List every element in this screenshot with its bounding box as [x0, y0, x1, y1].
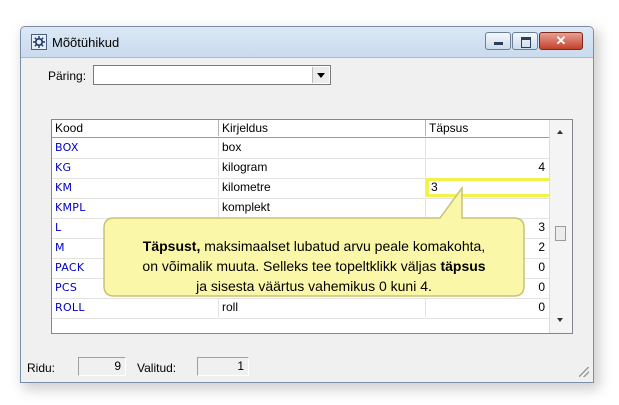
- help-callout: Täpsust, maksimaalset lubatud arvu peale…: [100, 186, 530, 298]
- maximize-button[interactable]: [512, 32, 538, 50]
- minimize-button[interactable]: [485, 32, 511, 50]
- query-dropdown-button[interactable]: [312, 67, 329, 83]
- scroll-thumb[interactable]: [555, 226, 566, 241]
- cell-code[interactable]: BOX: [52, 138, 219, 157]
- selected-count-value: 1: [197, 357, 249, 376]
- callout-line-3: ja sisesta väärtus vahemikus 0 kuni 4.: [196, 278, 432, 294]
- table-row[interactable]: ROLL roll 0: [52, 298, 550, 319]
- column-header-description[interactable]: Kirjeldus: [219, 120, 426, 136]
- cell-description[interactable]: kilogram: [219, 158, 426, 177]
- scroll-down-icon[interactable]: [557, 318, 563, 322]
- column-header-precision[interactable]: Täpsus: [426, 120, 550, 136]
- cell-precision[interactable]: 4: [426, 158, 550, 177]
- minimize-icon: [494, 42, 503, 45]
- scroll-up-icon[interactable]: [557, 130, 563, 134]
- rows-count-label: Ridu:: [27, 361, 56, 375]
- callout-text: Täpsust, maksimaalset lubatud arvu peale…: [112, 236, 516, 296]
- cell-description[interactable]: roll: [219, 298, 426, 317]
- close-icon: ✕: [555, 33, 567, 48]
- cell-code[interactable]: KG: [52, 158, 219, 177]
- query-select[interactable]: [93, 65, 331, 85]
- cell-precision[interactable]: [426, 138, 550, 157]
- resize-grip-icon[interactable]: [579, 367, 589, 377]
- callout-line-1: Täpsust, maksimaalset lubatud arvu peale…: [142, 238, 486, 254]
- column-header-code[interactable]: Kood: [52, 120, 219, 136]
- grid-header: Kood Kirjeldus Täpsus: [52, 120, 550, 138]
- selected-count-label: Valitud:: [137, 361, 177, 375]
- table-row[interactable]: BOX box: [52, 138, 550, 159]
- cell-code[interactable]: ROLL: [52, 298, 219, 317]
- settings-window-icon: [31, 34, 47, 50]
- callout-line-2: on võimalik muuta. Selleks tee topeltkli…: [142, 258, 486, 274]
- rows-count-value: 9: [78, 357, 126, 376]
- cell-description[interactable]: box: [219, 138, 426, 157]
- window-title: Mõõtühikud: [52, 35, 120, 50]
- vertical-scrollbar[interactable]: [549, 120, 572, 333]
- maximize-icon: [521, 37, 531, 48]
- chevron-down-icon: [317, 73, 325, 78]
- title-bar[interactable]: Mõõtühikud ✕: [21, 27, 593, 58]
- cell-precision[interactable]: 0: [426, 298, 550, 317]
- query-label: Päring:: [48, 69, 87, 83]
- table-row[interactable]: KG kilogram 4: [52, 158, 550, 179]
- close-button[interactable]: ✕: [539, 32, 583, 50]
- status-bar: Ridu: 9 Valitud: 1: [21, 353, 593, 381]
